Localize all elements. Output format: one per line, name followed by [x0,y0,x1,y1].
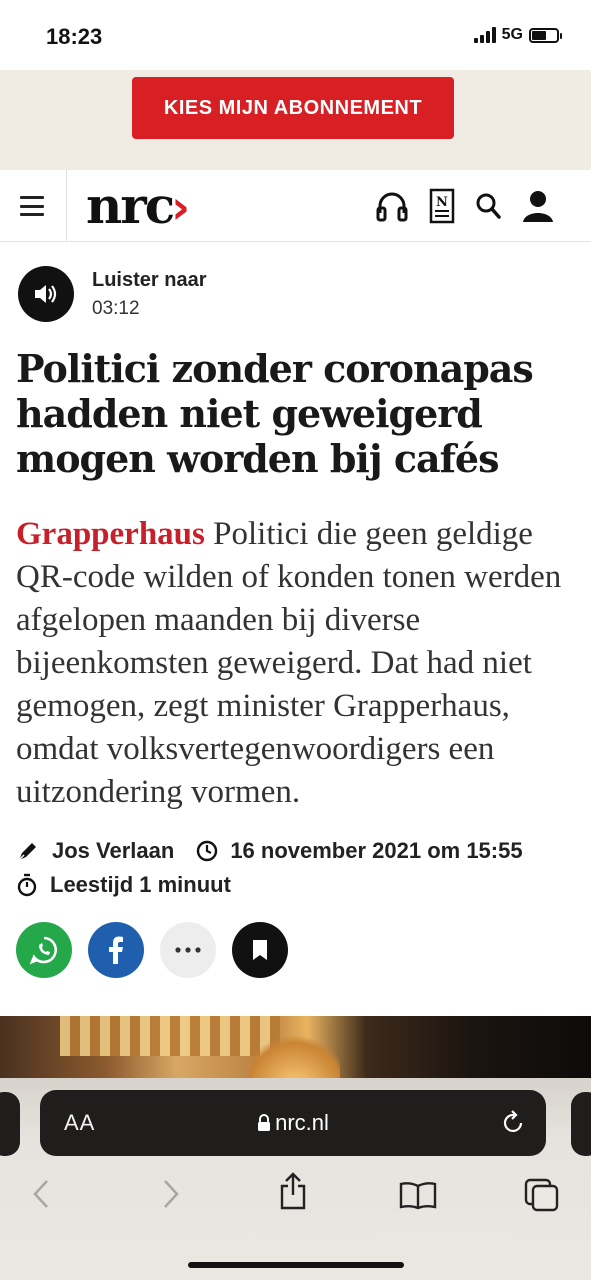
status-bar: 18:23 5G [0,0,591,70]
bookmark-icon [253,940,267,960]
pen-icon [18,843,36,861]
headphones-icon[interactable] [375,189,409,223]
header-actions: N [375,188,555,224]
url-text: nrc.nl [275,1110,329,1135]
whatsapp-icon [29,936,57,965]
bookmark-button[interactable] [232,922,288,978]
article-headline: Politici zonder coronapas hadden niet ge… [16,346,534,481]
search-icon[interactable] [475,192,501,220]
status-indicators: 5G [473,26,562,44]
article-intro: Grapperhaus Politici die geen geldige QR… [16,513,576,814]
header-divider [66,170,67,242]
subscribe-button[interactable]: KIES MIJN ABONNEMENT [132,77,454,139]
menu-icon[interactable] [20,196,44,216]
user-icon[interactable] [521,189,555,223]
audio-duration: 03:12 [92,297,140,319]
promo-banner: KIES MIJN ABONNEMENT [0,70,591,170]
site-header: nrc › N [0,170,591,242]
clock-icon [197,840,218,862]
tabs-icon[interactable] [524,1178,560,1212]
svg-text:N: N [436,195,448,210]
nrc-logo[interactable]: nrc › [86,176,190,235]
article-kicker: Grapperhaus [16,516,205,552]
facebook-icon [109,936,123,964]
stopwatch-icon [17,873,37,897]
next-tab-preview[interactable] [571,1092,591,1156]
whatsapp-button[interactable] [16,922,72,978]
audio-label: Luister naar [92,268,207,291]
logo-chevron: › [171,180,191,234]
audio-play-button[interactable] [18,266,74,322]
back-icon[interactable] [32,1178,50,1210]
article-meta: Jos Verlaan 16 november 2021 om 15:55 Le… [16,834,523,902]
audio-player: Luister naar 03:12 [18,266,206,322]
article-intro-text: Politici die geen geldige QR-code wilden… [16,516,562,810]
reading-time: Leestijd 1 minuut [50,872,231,897]
bookmarks-icon[interactable] [398,1180,438,1210]
logo-text: nrc [86,176,175,235]
url-display[interactable]: nrc.nl [40,1110,546,1136]
status-time: 18:23 [46,24,103,49]
reload-icon[interactable] [502,1110,526,1136]
newspaper-icon[interactable]: N [429,188,455,224]
network-label: 5G [501,26,523,43]
share-bar [16,922,288,978]
facebook-button[interactable] [88,922,144,978]
signal-icon [473,27,496,43]
ellipsis-icon [175,947,201,953]
article-author[interactable]: Jos Verlaan [52,838,174,864]
lock-icon [258,1114,271,1131]
forward-icon[interactable] [162,1178,180,1210]
speaker-icon [35,285,57,303]
article-date: 16 november 2021 om 15:55 [230,838,523,863]
address-bar[interactable]: AA nrc.nl [40,1090,546,1156]
share-icon[interactable] [278,1172,308,1210]
more-share-button[interactable] [160,922,216,978]
browser-toolbar [0,1172,591,1218]
battery-icon [529,27,562,43]
home-indicator [188,1262,404,1268]
previous-tab-preview[interactable] [0,1092,20,1156]
browser-chrome: AA nrc.nl [0,1078,591,1280]
